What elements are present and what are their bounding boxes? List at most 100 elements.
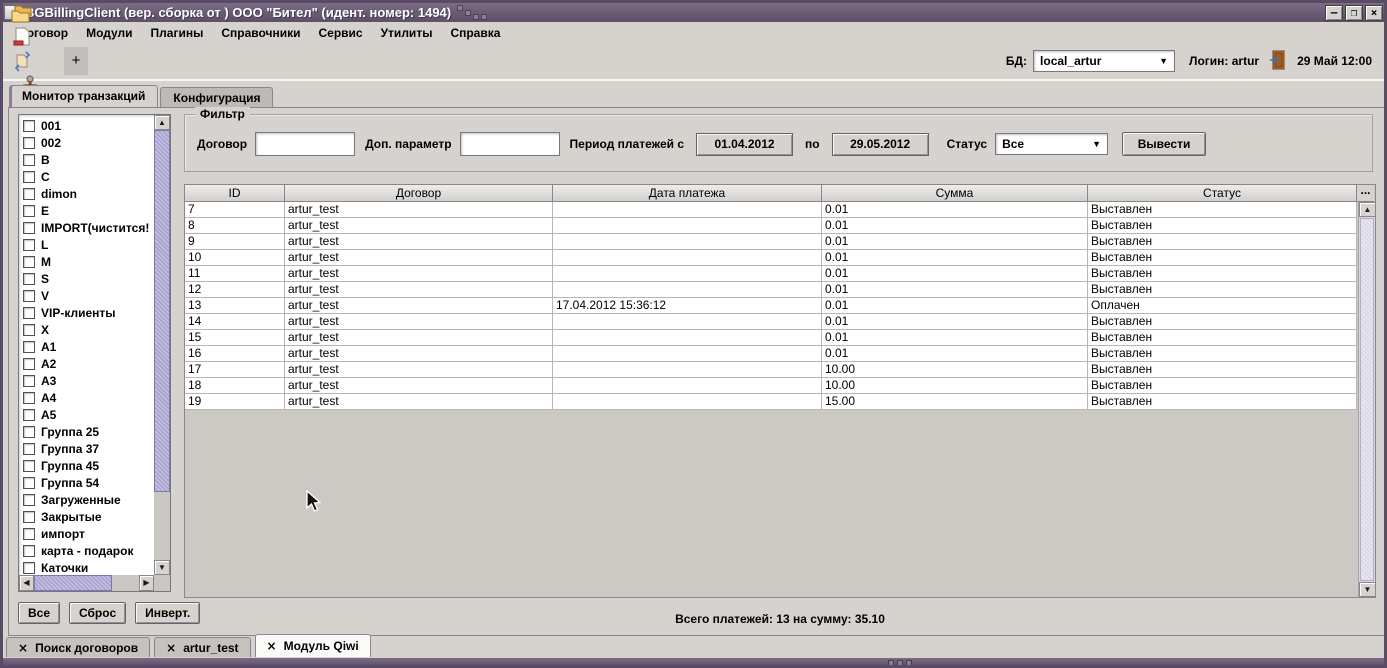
group-item-20[interactable]: Группа 45 (19, 457, 154, 474)
column-header-4[interactable]: Статус (1088, 185, 1357, 202)
group-checkbox[interactable] (23, 307, 35, 319)
group-checkbox[interactable] (23, 375, 35, 387)
group-item-26[interactable]: Каточки (19, 559, 154, 575)
menu-item-1[interactable]: Модули (77, 24, 141, 42)
group-item-4[interactable]: dimon (19, 185, 154, 202)
table-options-button[interactable]: ... (1357, 185, 1374, 202)
group-item-1[interactable]: 002 (19, 134, 154, 151)
contract-input[interactable] (255, 132, 355, 156)
table-row[interactable]: 12artur_test0.01Выставлен (185, 282, 1358, 298)
menu-item-4[interactable]: Сервис (309, 24, 371, 42)
maximize-button[interactable]: ❐ (1345, 5, 1363, 21)
group-item-11[interactable]: VIP-клиенты (19, 304, 154, 321)
group-checkbox[interactable] (23, 290, 35, 302)
table-row[interactable]: 13artur_test17.04.2012 15:36:120.01Оплач… (185, 298, 1358, 314)
group-button-0[interactable]: Все (18, 602, 60, 624)
table-row[interactable]: 11artur_test0.01Выставлен (185, 266, 1358, 282)
scrollbar-thumb[interactable] (154, 130, 170, 492)
group-item-14[interactable]: A2 (19, 355, 154, 372)
group-item-10[interactable]: V (19, 287, 154, 304)
group-item-13[interactable]: A1 (19, 338, 154, 355)
group-item-25[interactable]: карта - подарок (19, 542, 154, 559)
column-header-1[interactable]: Договор (285, 185, 553, 202)
folder-stack-icon[interactable] (11, 1, 33, 25)
group-checkbox[interactable] (23, 256, 35, 268)
table-row[interactable]: 18artur_test10.00Выставлен (185, 378, 1358, 394)
scrollbar-thumb[interactable] (34, 575, 112, 591)
table-row[interactable]: 17artur_test10.00Выставлен (185, 362, 1358, 378)
menu-item-2[interactable]: Плагины (142, 24, 213, 42)
group-checkbox[interactable] (23, 358, 35, 370)
group-item-8[interactable]: M (19, 253, 154, 270)
group-item-7[interactable]: L (19, 236, 154, 253)
show-button[interactable]: Вывести (1122, 132, 1206, 156)
status-select[interactable]: Все ▼ (995, 133, 1108, 155)
db-select[interactable]: local_artur ▼ (1033, 50, 1175, 72)
groups-vertical-scrollbar[interactable]: ▲ ▼ (154, 115, 170, 575)
table-row[interactable]: 8artur_test0.01Выставлен (185, 218, 1358, 234)
group-checkbox[interactable] (23, 154, 35, 166)
groups-horizontal-scrollbar[interactable]: ◀ ▶ (19, 575, 154, 591)
group-checkbox[interactable] (23, 188, 35, 200)
open-folder-icon[interactable] (11, 0, 33, 1)
remove-document-icon[interactable] (11, 25, 33, 49)
menu-item-5[interactable]: Утилиты (372, 24, 442, 42)
logout-door-icon[interactable] (1269, 50, 1287, 73)
group-checkbox[interactable] (23, 460, 35, 472)
group-checkbox[interactable] (23, 443, 35, 455)
table-row[interactable]: 14artur_test0.01Выставлен (185, 314, 1358, 330)
menu-item-6[interactable]: Справка (441, 24, 509, 42)
bottom-tab-0[interactable]: ×Поиск договоров (6, 637, 150, 657)
group-checkbox[interactable] (23, 239, 35, 251)
tab-1[interactable]: Конфигурация (160, 87, 273, 108)
group-checkbox[interactable] (23, 426, 35, 438)
table-row[interactable]: 16artur_test0.01Выставлен (185, 346, 1358, 362)
table-row[interactable]: 15artur_test0.01Выставлен (185, 330, 1358, 346)
table-row[interactable]: 10artur_test0.01Выставлен (185, 250, 1358, 266)
date-to-button[interactable]: 29.05.2012 (832, 133, 929, 156)
param-input[interactable] (460, 132, 560, 156)
group-checkbox[interactable] (23, 545, 35, 557)
group-item-3[interactable]: C (19, 168, 154, 185)
group-item-16[interactable]: A4 (19, 389, 154, 406)
group-checkbox[interactable] (23, 341, 35, 353)
scroll-up-icon[interactable]: ▲ (154, 115, 170, 130)
group-checkbox[interactable] (23, 137, 35, 149)
group-checkbox[interactable] (23, 392, 35, 404)
scrollbar-thumb[interactable] (1360, 218, 1374, 581)
close-icon[interactable]: × (18, 641, 28, 655)
group-item-0[interactable]: 001 (19, 117, 154, 134)
group-item-19[interactable]: Группа 37 (19, 440, 154, 457)
close-icon[interactable]: × (267, 639, 277, 653)
group-checkbox[interactable] (23, 171, 35, 183)
group-item-24[interactable]: импорт (19, 525, 154, 542)
table-row[interactable]: 7artur_test0.01Выставлен (185, 202, 1358, 218)
scroll-down-icon[interactable]: ▼ (1359, 582, 1376, 597)
group-item-5[interactable]: E (19, 202, 154, 219)
table-row[interactable]: 19artur_test15.00Выставлен (185, 394, 1358, 410)
group-checkbox[interactable] (23, 205, 35, 217)
group-checkbox[interactable] (23, 273, 35, 285)
group-item-2[interactable]: B (19, 151, 154, 168)
close-button[interactable]: × (1365, 5, 1383, 21)
group-checkbox[interactable] (23, 222, 35, 234)
group-item-21[interactable]: Группа 54 (19, 474, 154, 491)
minimize-button[interactable]: – (1325, 5, 1343, 21)
scroll-up-icon[interactable]: ▲ (1359, 202, 1376, 217)
group-checkbox[interactable] (23, 562, 35, 574)
group-checkbox[interactable] (23, 409, 35, 421)
group-item-15[interactable]: A3 (19, 372, 154, 389)
group-item-9[interactable]: S (19, 270, 154, 287)
group-checkbox[interactable] (23, 120, 35, 132)
group-item-23[interactable]: Закрытые (19, 508, 154, 525)
group-item-12[interactable]: X (19, 321, 154, 338)
group-item-18[interactable]: Группа 25 (19, 423, 154, 440)
scroll-right-icon[interactable]: ▶ (139, 575, 154, 591)
group-item-6[interactable]: IMPORT(чистится! (19, 219, 154, 236)
column-header-3[interactable]: Сумма (822, 185, 1088, 202)
add-tab-button[interactable]: + (64, 47, 88, 75)
column-header-0[interactable]: ID (185, 185, 285, 202)
date-from-button[interactable]: 01.04.2012 (696, 133, 793, 156)
group-checkbox[interactable] (23, 528, 35, 540)
group-checkbox[interactable] (23, 511, 35, 523)
